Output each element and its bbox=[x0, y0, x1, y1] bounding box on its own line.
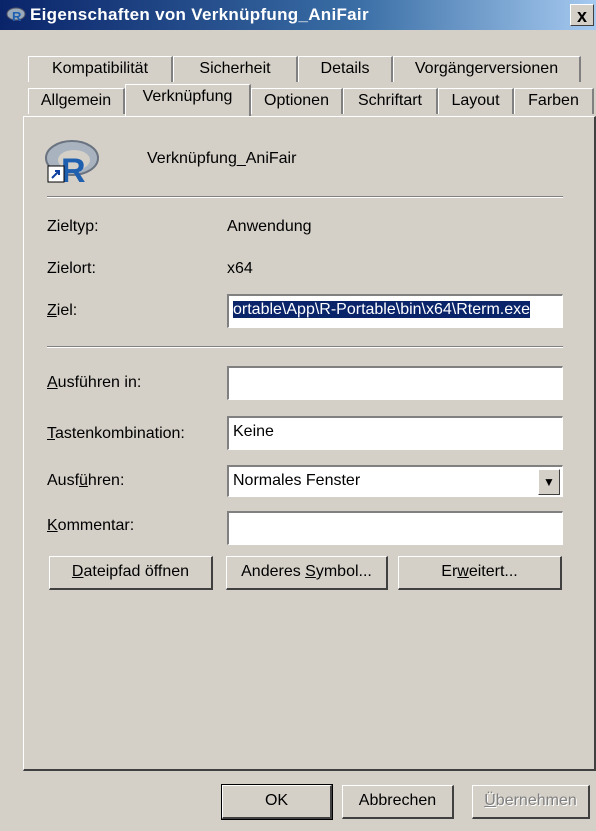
ausfuehren-select[interactable]: Normales Fenster ▼ bbox=[227, 465, 563, 497]
ausfuehren-label: Ausführen: bbox=[47, 472, 125, 489]
abbrechen-button[interactable]: Abbrechen bbox=[342, 785, 454, 819]
dateipfad-oeffnen-button[interactable]: Dateipfad öffnen bbox=[49, 556, 213, 590]
ausfuehren-in-label: Ausführen in: bbox=[47, 374, 142, 391]
zielort-value: x64 bbox=[227, 260, 253, 277]
anderes-symbol-button[interactable]: Anderes Symbol... bbox=[226, 556, 388, 590]
uebernehmen-button[interactable]: Übernehmen bbox=[472, 785, 590, 819]
kommentar-input[interactable] bbox=[227, 511, 563, 545]
ausfuehren-in-input[interactable] bbox=[227, 366, 563, 400]
tastenkombination-label: Tastenkombination: bbox=[47, 425, 185, 442]
divider bbox=[47, 196, 563, 198]
zieltyp-value: Anwendung bbox=[227, 218, 312, 235]
erweitert-button[interactable]: Erweitert... bbox=[398, 556, 562, 590]
r-app-shortcut-icon: R bbox=[45, 140, 99, 186]
tastenkombination-input[interactable]: Keine bbox=[227, 416, 563, 450]
ziel-input-text: ortable\App\R-Portable\bin\x64\Rterm.exe bbox=[233, 301, 531, 318]
kommentar-label: Kommentar: bbox=[47, 517, 135, 534]
zielort-label: Zielort: bbox=[47, 260, 96, 277]
ok-button[interactable]: OK bbox=[221, 784, 333, 820]
chevron-down-icon[interactable]: ▼ bbox=[538, 469, 560, 495]
zieltyp-label: Zieltyp: bbox=[47, 218, 99, 235]
ausfuehren-selected-value: Normales Fenster bbox=[233, 472, 361, 489]
divider bbox=[47, 346, 563, 348]
shortcut-name: Verknüpfung_AniFair bbox=[147, 150, 297, 167]
ziel-label: Ziel: bbox=[47, 302, 78, 319]
ziel-input[interactable]: ortable\App\R-Portable\bin\x64\Rterm.exe bbox=[227, 294, 563, 328]
svg-text:R: R bbox=[61, 152, 86, 186]
